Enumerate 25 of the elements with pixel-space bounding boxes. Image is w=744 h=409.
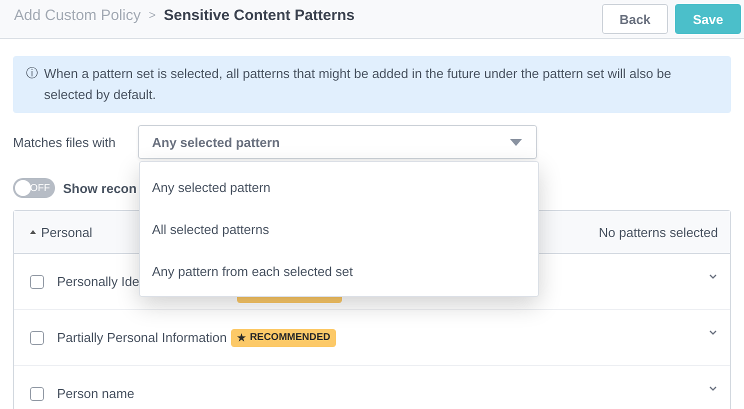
caret-icon (510, 138, 522, 146)
selection-summary: No patterns selected (598, 224, 718, 240)
chevron-down-icon[interactable] (709, 330, 717, 335)
info-text: When a pattern set is selected, all patterns that might be added in the future under the pattern set will also be selected by default. (44, 65, 672, 104)
collapse-icon (30, 230, 36, 234)
toggle-label: Show recon (63, 180, 137, 196)
dropdown-option[interactable]: All selected patterns (140, 208, 538, 250)
breadcrumb-separator: > (148, 8, 156, 22)
back-button[interactable]: Back (602, 4, 668, 34)
pattern-name: Person name (57, 386, 134, 401)
chevron-down-icon[interactable] (709, 274, 717, 279)
recommended-badge: ★ RECOMMENDED (230, 328, 336, 346)
chevron-down-icon[interactable] (709, 386, 717, 391)
group-name: Personal (41, 224, 92, 240)
match-select[interactable]: Any selected pattern (138, 125, 537, 159)
checkbox[interactable] (30, 330, 44, 344)
dropdown-option[interactable]: Any selected pattern (140, 166, 538, 208)
pattern-name: Partially Personal Information (57, 330, 227, 345)
checkbox[interactable] (30, 386, 44, 400)
dropdown-option[interactable]: Any pattern from each selected set (140, 250, 538, 292)
field-label: Matches files with (13, 134, 117, 150)
page-title: Sensitive Content Patterns (164, 6, 355, 24)
info-icon: ⓘ (26, 63, 38, 105)
checkbox[interactable] (30, 274, 44, 288)
pattern-name: Personally Ide (57, 274, 140, 289)
